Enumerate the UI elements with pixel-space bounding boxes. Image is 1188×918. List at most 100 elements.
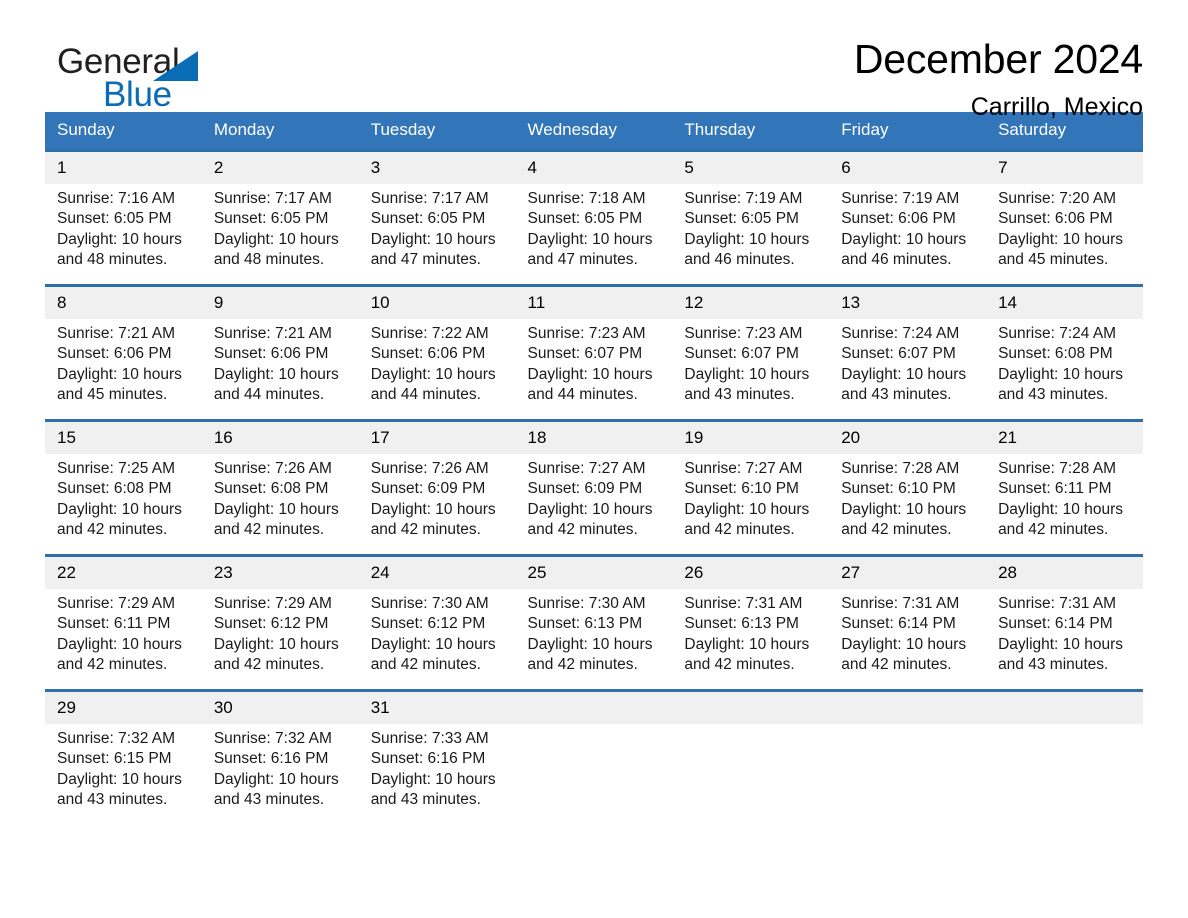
daylight-text-line1: Daylight: 10 hours bbox=[370, 635, 496, 653]
day-details: Sunrise: 7:24 AM Sunset: 6:07 PM Dayligh… bbox=[829, 319, 986, 405]
day-cell[interactable]: 24 Sunrise: 7:30 AM Sunset: 6:12 PM Dayl… bbox=[358, 554, 516, 691]
day-details: Sunrise: 7:21 AM Sunset: 6:06 PM Dayligh… bbox=[45, 319, 202, 405]
day-number: 11 bbox=[515, 287, 673, 319]
day-number: 28 bbox=[986, 557, 1143, 589]
sunrise-text: Sunrise: 7:19 AM bbox=[841, 190, 960, 207]
sunrise-text: Sunrise: 7:23 AM bbox=[684, 325, 803, 342]
sunrise-text: Sunrise: 7:32 AM bbox=[213, 730, 332, 747]
daylight-text-line1: Daylight: 10 hours bbox=[57, 230, 182, 248]
sunset-text: Sunset: 6:05 PM bbox=[370, 210, 486, 228]
sunset-text: Sunset: 6:12 PM bbox=[370, 615, 486, 633]
sunset-text: Sunset: 6:12 PM bbox=[213, 615, 329, 633]
day-cell[interactable]: 26 Sunrise: 7:31 AM Sunset: 6:13 PM Dayl… bbox=[672, 554, 830, 691]
sunset-text: Sunset: 6:06 PM bbox=[841, 210, 956, 228]
daylight-text-line2: and 48 minutes. bbox=[213, 250, 325, 268]
day-cell[interactable]: 4 Sunrise: 7:18 AM Sunset: 6:05 PM Dayli… bbox=[515, 149, 673, 286]
day-cell[interactable]: 23 Sunrise: 7:29 AM Sunset: 6:12 PM Dayl… bbox=[201, 554, 359, 691]
day-cell[interactable]: 15 Sunrise: 7:25 AM Sunset: 6:08 PM Dayl… bbox=[45, 419, 202, 556]
day-cell[interactable]: 22 Sunrise: 7:29 AM Sunset: 6:11 PM Dayl… bbox=[45, 554, 202, 691]
sunset-text: Sunset: 6:16 PM bbox=[370, 750, 486, 768]
sunset-text: Sunset: 6:08 PM bbox=[213, 480, 329, 498]
sunset-text: Sunset: 6:06 PM bbox=[370, 345, 486, 363]
day-cell[interactable]: 17 Sunrise: 7:26 AM Sunset: 6:09 PM Dayl… bbox=[358, 419, 516, 556]
day-details: Sunrise: 7:17 AM Sunset: 6:05 PM Dayligh… bbox=[359, 184, 516, 270]
day-details: Sunrise: 7:22 AM Sunset: 6:06 PM Dayligh… bbox=[359, 319, 516, 405]
day-cell[interactable]: 9 Sunrise: 7:21 AM Sunset: 6:06 PM Dayli… bbox=[201, 284, 359, 421]
day-cell-empty bbox=[829, 689, 987, 826]
day-number: 29 bbox=[45, 692, 202, 724]
day-number: 25 bbox=[515, 557, 673, 589]
day-number: 22 bbox=[45, 557, 202, 589]
day-cell[interactable]: 30 Sunrise: 7:32 AM Sunset: 6:16 PM Dayl… bbox=[201, 689, 359, 826]
day-details: Sunrise: 7:28 AM Sunset: 6:11 PM Dayligh… bbox=[986, 454, 1143, 540]
page-title: December 2024 bbox=[853, 36, 1143, 82]
daylight-text-line1: Daylight: 10 hours bbox=[841, 365, 967, 383]
daylight-text-line2: and 45 minutes. bbox=[57, 385, 168, 403]
daylight-text-line1: Daylight: 10 hours bbox=[370, 230, 496, 248]
sunset-text: Sunset: 6:08 PM bbox=[998, 345, 1113, 363]
daylight-text-line2: and 43 minutes. bbox=[213, 790, 325, 808]
daylight-text-line2: and 42 minutes. bbox=[213, 655, 325, 673]
sunrise-text: Sunrise: 7:23 AM bbox=[527, 325, 646, 342]
daylight-text-line2: and 44 minutes. bbox=[527, 385, 638, 403]
day-cell[interactable]: 8 Sunrise: 7:21 AM Sunset: 6:06 PM Dayli… bbox=[45, 284, 202, 421]
sunrise-text: Sunrise: 7:27 AM bbox=[527, 460, 646, 477]
day-cell[interactable]: 20 Sunrise: 7:28 AM Sunset: 6:10 PM Dayl… bbox=[829, 419, 987, 556]
day-cell[interactable]: 11 Sunrise: 7:23 AM Sunset: 6:07 PM Dayl… bbox=[515, 284, 673, 421]
daylight-text-line1: Daylight: 10 hours bbox=[213, 500, 339, 518]
day-details: Sunrise: 7:27 AM Sunset: 6:10 PM Dayligh… bbox=[672, 454, 829, 540]
generalblue-logo[interactable]: General Blue bbox=[45, 44, 345, 114]
day-number bbox=[829, 692, 987, 724]
sunset-text: Sunset: 6:06 PM bbox=[213, 345, 329, 363]
sunset-text: Sunset: 6:07 PM bbox=[527, 345, 643, 363]
day-details: Sunrise: 7:30 AM Sunset: 6:13 PM Dayligh… bbox=[516, 589, 673, 675]
sunset-text: Sunset: 6:10 PM bbox=[684, 480, 799, 498]
daylight-text-line1: Daylight: 10 hours bbox=[57, 635, 182, 653]
day-cell[interactable]: 19 Sunrise: 7:27 AM Sunset: 6:10 PM Dayl… bbox=[672, 419, 830, 556]
daylight-text-line1: Daylight: 10 hours bbox=[213, 635, 339, 653]
day-cell[interactable]: 13 Sunrise: 7:24 AM Sunset: 6:07 PM Dayl… bbox=[829, 284, 987, 421]
day-details: Sunrise: 7:25 AM Sunset: 6:08 PM Dayligh… bbox=[45, 454, 202, 540]
calendar-page: General Blue December 2024 Carrillo, Mex… bbox=[0, 0, 1188, 918]
sunset-text: Sunset: 6:15 PM bbox=[57, 750, 172, 768]
day-cell[interactable]: 5 Sunrise: 7:19 AM Sunset: 6:05 PM Dayli… bbox=[672, 149, 830, 286]
daylight-text-line2: and 42 minutes. bbox=[527, 655, 638, 673]
day-cell[interactable]: 27 Sunrise: 7:31 AM Sunset: 6:14 PM Dayl… bbox=[829, 554, 987, 691]
daylight-text-line1: Daylight: 10 hours bbox=[684, 230, 810, 248]
day-cell[interactable]: 7 Sunrise: 7:20 AM Sunset: 6:06 PM Dayli… bbox=[986, 149, 1143, 286]
day-cell[interactable]: 18 Sunrise: 7:27 AM Sunset: 6:09 PM Dayl… bbox=[515, 419, 673, 556]
daylight-text-line2: and 43 minutes. bbox=[841, 385, 952, 403]
daylight-text-line2: and 48 minutes. bbox=[57, 250, 168, 268]
day-number: 1 bbox=[45, 152, 202, 184]
day-number: 26 bbox=[672, 557, 830, 589]
calendar-grid: Sunday Monday Tuesday Wednesday Thursday… bbox=[45, 112, 1143, 826]
day-details: Sunrise: 7:19 AM Sunset: 6:05 PM Dayligh… bbox=[672, 184, 829, 270]
day-cell[interactable]: 16 Sunrise: 7:26 AM Sunset: 6:08 PM Dayl… bbox=[201, 419, 359, 556]
daylight-text-line2: and 43 minutes. bbox=[370, 790, 481, 808]
day-cell[interactable]: 10 Sunrise: 7:22 AM Sunset: 6:06 PM Dayl… bbox=[358, 284, 516, 421]
day-cell[interactable]: 25 Sunrise: 7:30 AM Sunset: 6:13 PM Dayl… bbox=[515, 554, 673, 691]
sunset-text: Sunset: 6:06 PM bbox=[998, 210, 1113, 228]
day-cell[interactable]: 3 Sunrise: 7:17 AM Sunset: 6:05 PM Dayli… bbox=[358, 149, 516, 286]
day-cell[interactable]: 12 Sunrise: 7:23 AM Sunset: 6:07 PM Dayl… bbox=[672, 284, 830, 421]
day-cell[interactable]: 6 Sunrise: 7:19 AM Sunset: 6:06 PM Dayli… bbox=[829, 149, 987, 286]
daylight-text-line2: and 42 minutes. bbox=[684, 520, 795, 538]
day-cell[interactable]: 31 Sunrise: 7:33 AM Sunset: 6:16 PM Dayl… bbox=[358, 689, 516, 826]
sunrise-text: Sunrise: 7:28 AM bbox=[841, 460, 960, 477]
sunset-text: Sunset: 6:13 PM bbox=[527, 615, 643, 633]
daylight-text-line1: Daylight: 10 hours bbox=[684, 635, 810, 653]
sunset-text: Sunset: 6:13 PM bbox=[684, 615, 799, 633]
sunset-text: Sunset: 6:09 PM bbox=[527, 480, 643, 498]
sunrise-text: Sunrise: 7:20 AM bbox=[998, 190, 1117, 207]
day-cell[interactable]: 14 Sunrise: 7:24 AM Sunset: 6:08 PM Dayl… bbox=[986, 284, 1143, 421]
day-number: 5 bbox=[672, 152, 830, 184]
daylight-text-line2: and 42 minutes. bbox=[370, 520, 481, 538]
day-number: 14 bbox=[986, 287, 1143, 319]
daylight-text-line1: Daylight: 10 hours bbox=[527, 635, 653, 653]
day-number bbox=[672, 692, 830, 724]
day-cell[interactable]: 2 Sunrise: 7:17 AM Sunset: 6:05 PM Dayli… bbox=[201, 149, 359, 286]
day-cell[interactable]: 1 Sunrise: 7:16 AM Sunset: 6:05 PM Dayli… bbox=[45, 149, 202, 286]
day-cell[interactable]: 21 Sunrise: 7:28 AM Sunset: 6:11 PM Dayl… bbox=[986, 419, 1143, 556]
day-cell[interactable]: 29 Sunrise: 7:32 AM Sunset: 6:15 PM Dayl… bbox=[45, 689, 202, 826]
day-cell[interactable]: 28 Sunrise: 7:31 AM Sunset: 6:14 PM Dayl… bbox=[986, 554, 1143, 691]
